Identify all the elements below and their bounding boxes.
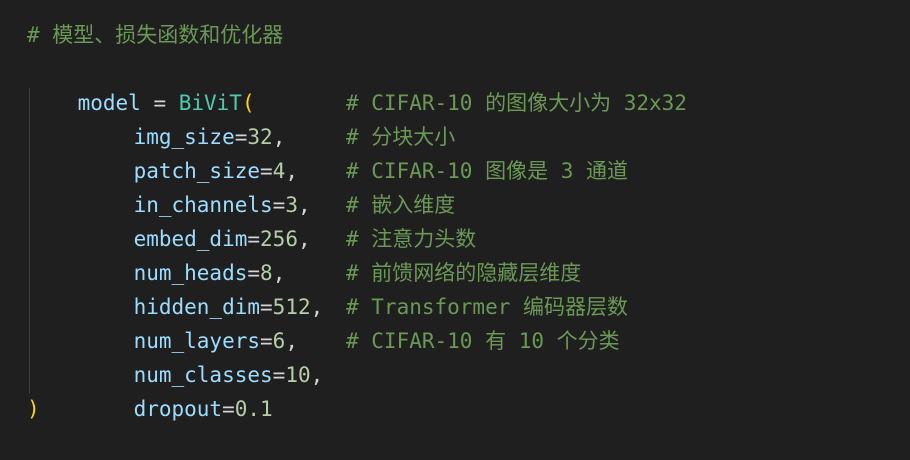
close-paren[interactable]: ) xyxy=(27,392,40,426)
code-line-arg[interactable]: embed_dim=256, xyxy=(83,188,311,251)
comma: , xyxy=(310,295,324,319)
code-line-arg[interactable]: img_size=32, xyxy=(83,86,286,149)
code-line-arg[interactable]: in_channels=3, xyxy=(83,154,311,217)
code-line-arg[interactable]: hidden_dim=512, xyxy=(83,256,324,319)
equals-sign: = xyxy=(222,397,235,421)
inline-comment[interactable]: # Transformer 编码器层数 xyxy=(346,290,628,324)
inline-comment[interactable]: # 注意力头数 xyxy=(346,222,476,256)
arg-name: dropout xyxy=(133,397,223,421)
comma: , xyxy=(297,227,311,251)
inline-comment[interactable]: # 分块大小 xyxy=(346,120,455,154)
inline-comment[interactable]: # CIFAR-10 有 10 个分类 xyxy=(346,324,620,358)
inline-comment[interactable]: # 前馈网络的隐藏层维度 xyxy=(346,256,581,290)
code-line-arg[interactable]: num_classes=10, xyxy=(83,324,324,387)
code-line-arg[interactable]: num_layers=6, xyxy=(83,290,298,353)
inline-comment[interactable]: # 嵌入维度 xyxy=(346,188,455,222)
inline-comment[interactable]: # CIFAR-10 的图像大小为 32x32 xyxy=(346,86,687,120)
arg-value: 0.1 xyxy=(234,397,273,421)
code-line-arg[interactable]: dropout=0.1 xyxy=(83,358,273,421)
code-line-arg[interactable]: num_heads=8, xyxy=(83,222,286,285)
code-line-header-comment[interactable]: # 模型、损失函数和优化器 xyxy=(27,18,283,52)
code-editor[interactable]: # 模型、损失函数和优化器 model = BiViT( img_size=32… xyxy=(0,0,910,432)
equals-sign: = xyxy=(272,363,286,387)
code-line-assign[interactable]: model = BiViT( xyxy=(27,52,255,115)
arg-value: 10 xyxy=(285,363,311,387)
code-line-arg[interactable]: patch_size=4, xyxy=(83,120,298,183)
comma: , xyxy=(310,363,324,387)
inline-comment[interactable]: # CIFAR-10 图像是 3 通道 xyxy=(346,154,628,188)
